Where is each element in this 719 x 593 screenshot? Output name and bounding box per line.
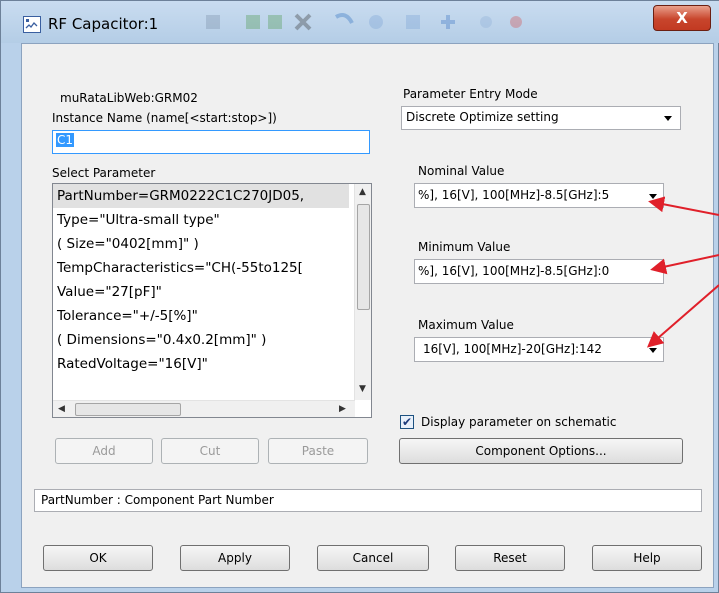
nominal-value-dropdown[interactable]: %], 16[V], 100[MHz]-8.5[GHz]:5 [414, 183, 664, 208]
apply-button[interactable]: Apply [180, 545, 290, 571]
display-parameter-label: Display parameter on schematic [421, 415, 617, 429]
add-button[interactable]: Add [55, 438, 153, 464]
scroll-up-icon[interactable]: ▲ [359, 187, 366, 197]
title-bar[interactable]: RF Capacitor:1 X [1, 1, 719, 43]
app-icon [23, 16, 41, 33]
horizontal-scrollbar[interactable]: ◀ ▶ [53, 400, 355, 417]
status-description: PartNumber : Component Part Number [34, 489, 702, 512]
annotation-arrow [650, 254, 719, 275]
vertical-scrollbar[interactable]: ▲ ▼ [354, 184, 371, 400]
help-button[interactable]: Help [592, 545, 702, 571]
instance-name-label: Instance Name (name[<start:stop>]) [52, 111, 277, 125]
ok-button[interactable]: OK [43, 545, 153, 571]
maximum-value-label: Maximum Value [418, 318, 514, 332]
cancel-button[interactable]: Cancel [317, 545, 429, 571]
parameter-entry-mode-dropdown[interactable]: Discrete Optimize setting [401, 106, 681, 130]
checkmark-icon: ✔ [401, 415, 413, 429]
maximum-value-text: 16[V], 100[MHz]-20[GHz]:142 [423, 342, 602, 356]
close-icon: X [676, 9, 688, 27]
parameter-list[interactable]: PartNumber=GRM0222C1C270JD05, Type="Ultr… [52, 183, 372, 418]
list-item[interactable]: Type="Ultra-small type" [53, 208, 349, 232]
parameter-entry-mode-value: Discrete Optimize setting [406, 110, 559, 124]
display-parameter-checkbox[interactable]: ✔ [400, 415, 414, 429]
instance-name-value: C1 [56, 133, 75, 147]
minimum-value-text: %], 16[V], 100[MHz]-8.5[GHz]:0 [418, 264, 610, 278]
scroll-down-icon[interactable]: ▼ [359, 384, 366, 394]
annotation-arrows [646, 196, 719, 348]
list-item[interactable]: Value="27[pF]" [53, 280, 349, 304]
maximum-value-dropdown[interactable]: 16[V], 100[MHz]-20[GHz]:142 [414, 337, 664, 362]
library-label: muRataLibWeb:GRM02 [60, 91, 198, 105]
chevron-down-icon [664, 116, 672, 121]
nominal-value-label: Nominal Value [418, 164, 505, 178]
component-options-button[interactable]: Component Options... [399, 438, 683, 464]
minimum-value-label: Minimum Value [418, 240, 511, 254]
reset-button[interactable]: Reset [455, 545, 565, 571]
nominal-value-text: %], 16[V], 100[MHz]-8.5[GHz]:5 [418, 188, 610, 202]
parameter-entry-mode-label: Parameter Entry Mode [403, 87, 538, 101]
window-title: RF Capacitor:1 [48, 15, 159, 33]
annotation-arrow [648, 196, 719, 216]
minimum-value-dropdown[interactable]: %], 16[V], 100[MHz]-8.5[GHz]:0 [414, 259, 664, 284]
select-parameter-label: Select Parameter [52, 166, 156, 180]
close-button[interactable]: X [653, 5, 711, 31]
list-item[interactable]: ( Size="0402[mm]" ) [53, 232, 349, 256]
instance-name-input[interactable]: C1 [52, 130, 370, 154]
annotation-arrow [646, 284, 719, 348]
list-item[interactable]: RatedVoltage="16[V]" [53, 352, 349, 376]
cut-button[interactable]: Cut [161, 438, 259, 464]
list-item[interactable]: ( Dimensions="0.4x0.2[mm]" ) [53, 328, 349, 352]
vertical-scroll-thumb[interactable] [357, 204, 370, 310]
list-item[interactable]: TempCharacteristics="CH(-55to125[ [53, 256, 349, 280]
list-item[interactable]: PartNumber=GRM0222C1C270JD05, [53, 184, 349, 208]
scroll-left-icon[interactable]: ◀ [58, 404, 65, 414]
background-toolbar-icons [206, 13, 522, 31]
scroll-right-icon[interactable]: ▶ [339, 404, 346, 414]
paste-button[interactable]: Paste [268, 438, 368, 464]
list-item[interactable]: Tolerance="+/-5[%]" [53, 304, 349, 328]
horizontal-scroll-thumb[interactable] [75, 403, 181, 416]
